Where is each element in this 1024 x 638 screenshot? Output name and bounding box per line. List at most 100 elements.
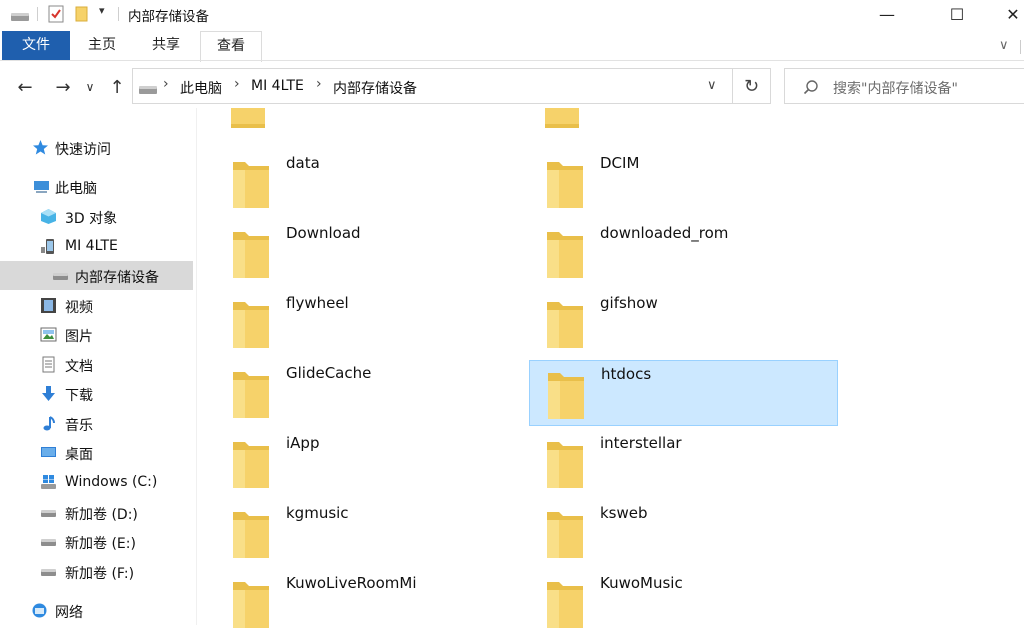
forward-button[interactable]: →	[50, 74, 76, 100]
sidebar-item-internal-storage[interactable]: 内部存储设备	[0, 261, 193, 290]
search-box[interactable]: 搜索"内部存储设备"	[784, 68, 1024, 104]
folder-item[interactable]: gifshow	[529, 292, 829, 358]
sidebar-item-pictures[interactable]: 图片	[0, 320, 193, 349]
properties-icon[interactable]	[48, 5, 64, 27]
folder-icon	[231, 368, 271, 420]
sidebar-item-this-pc[interactable]: 此电脑	[0, 172, 193, 201]
folder-label: ksweb	[600, 504, 648, 522]
sidebar-item-downloads[interactable]: 下载	[0, 379, 193, 408]
folder-label: kgmusic	[286, 504, 349, 522]
sidebar-item-label: 3D 对象	[65, 211, 118, 227]
back-arrow-icon: ←	[17, 76, 33, 98]
folder-item[interactable]: ksweb	[529, 502, 829, 568]
folder-item[interactable]: downloaded_rom	[529, 222, 829, 288]
sidebar-item-documents[interactable]: 文档	[0, 350, 193, 379]
help-separator	[1020, 40, 1021, 54]
folder-label: KuwoMusic	[600, 574, 683, 592]
cube-icon	[40, 208, 57, 225]
breadcrumb-device[interactable]: MI 4LTE	[251, 78, 304, 94]
maximize-button[interactable]: ☐	[934, 0, 980, 28]
folder-item[interactable]: KuwoLiveRoomMi	[213, 572, 513, 638]
sidebar-item-label: 此电脑	[55, 181, 97, 197]
folder-icon	[231, 228, 271, 280]
breadcrumb-separator-icon: ›	[234, 76, 240, 92]
back-button[interactable]: ←	[12, 74, 38, 100]
folder-item[interactable]: interstellar	[529, 432, 829, 498]
breadcrumb-separator-icon: ›	[163, 76, 169, 92]
tab-file[interactable]: 文件	[2, 31, 70, 60]
folder-icon	[545, 298, 585, 350]
refresh-button[interactable]: ↻	[733, 68, 771, 104]
forward-arrow-icon: →	[55, 76, 71, 98]
customize-quick-access-icon[interactable]: ▾	[99, 4, 105, 17]
sidebar-item-label: 音乐	[65, 418, 93, 434]
folder-item[interactable]: data	[213, 152, 513, 218]
music-icon	[40, 415, 57, 432]
sidebar-item-mi-4lte[interactable]: MI 4LTE	[0, 232, 193, 261]
tab-view[interactable]: 查看	[200, 31, 262, 62]
folder-icon	[231, 508, 271, 560]
address-history-dropdown[interactable]: ∨	[707, 78, 717, 93]
tab-home[interactable]: 主页	[76, 31, 128, 60]
folder-item[interactable]: Download	[213, 222, 513, 288]
folder-item[interactable]: kgmusic	[213, 502, 513, 568]
folder-icon	[545, 508, 585, 560]
desktop-icon	[40, 444, 57, 461]
search-icon	[803, 79, 819, 99]
folder-item[interactable]: DCIM	[529, 152, 829, 218]
folder-label: gifshow	[600, 294, 658, 312]
breadcrumb-separator-icon: ›	[316, 76, 322, 92]
recent-locations-button[interactable]: ∨	[80, 74, 100, 100]
folder-icon	[546, 369, 586, 421]
close-button[interactable]: ✕	[990, 0, 1024, 28]
folder-icon	[545, 158, 585, 210]
sidebar-item-label: 文档	[65, 359, 93, 375]
sidebar-item-3d-objects[interactable]: 3D 对象	[0, 202, 193, 231]
sidebar-item-label: 内部存储设备	[75, 270, 159, 286]
sidebar-item-network[interactable]: 网络	[0, 596, 193, 625]
sidebar-item-quick-access[interactable]: 快速访问	[0, 133, 193, 162]
sidebar-item-label: 桌面	[65, 447, 93, 463]
sidebar-item-volume-f[interactable]: 新加卷 (F:)	[0, 557, 193, 586]
windows-drive-icon	[40, 474, 57, 491]
tab-share[interactable]: 共享	[140, 31, 192, 60]
up-button[interactable]: ↑	[104, 74, 130, 100]
sidebar-item-windows-c[interactable]: Windows (C:)	[0, 468, 193, 497]
title-bar: ▾ 内部存储设备 — ☐ ✕	[0, 0, 1024, 28]
sidebar-item-volume-d[interactable]: 新加卷 (D:)	[0, 498, 193, 527]
sidebar-item-music[interactable]: 音乐	[0, 409, 193, 438]
sidebar-item-label: Windows (C:)	[65, 474, 158, 490]
sidebar-item-label: 网络	[55, 605, 83, 621]
folder-item[interactable]: iApp	[213, 432, 513, 498]
sidebar-item-volume-e[interactable]: 新加卷 (E:)	[0, 527, 193, 556]
folder-icon	[231, 578, 271, 630]
folder-item[interactable]: htdocs	[529, 360, 838, 426]
folder-icon	[545, 578, 585, 630]
address-bar[interactable]: › 此电脑 › MI 4LTE › 内部存储设备 ∨	[132, 68, 733, 104]
folder-icon	[545, 438, 585, 490]
folder-label: Download	[286, 224, 361, 242]
sidebar-item-label: 快速访问	[55, 142, 111, 158]
expand-ribbon-icon[interactable]: ∨	[999, 38, 1009, 53]
refresh-icon: ↻	[743, 75, 760, 97]
sidebar-item-label: 视频	[65, 300, 93, 316]
sidebar-item-label: 新加卷 (E:)	[65, 536, 136, 552]
folder-icon	[231, 158, 271, 210]
folder-label: data	[286, 154, 320, 172]
drive-icon	[52, 267, 69, 284]
up-arrow-icon: ↑	[109, 76, 125, 98]
folder-item[interactable]: flywheel	[213, 292, 513, 358]
breadcrumb-internal-storage[interactable]: 内部存储设备	[333, 78, 417, 98]
picture-icon	[40, 326, 57, 343]
minimize-button[interactable]: —	[864, 0, 910, 28]
folder-label: iApp	[286, 434, 320, 452]
sidebar-item-desktop[interactable]: 桌面	[0, 438, 193, 467]
breadcrumb-this-pc[interactable]: 此电脑	[180, 78, 222, 98]
folder-item[interactable]: GlideCache	[213, 362, 513, 428]
new-folder-icon[interactable]	[75, 6, 89, 26]
computer-icon	[33, 178, 50, 195]
search-placeholder: 搜索"内部存储设备"	[833, 81, 958, 97]
folder-item[interactable]: KuwoMusic	[529, 572, 829, 638]
folder-label: DCIM	[600, 154, 640, 172]
sidebar-item-videos[interactable]: 视频	[0, 291, 193, 320]
